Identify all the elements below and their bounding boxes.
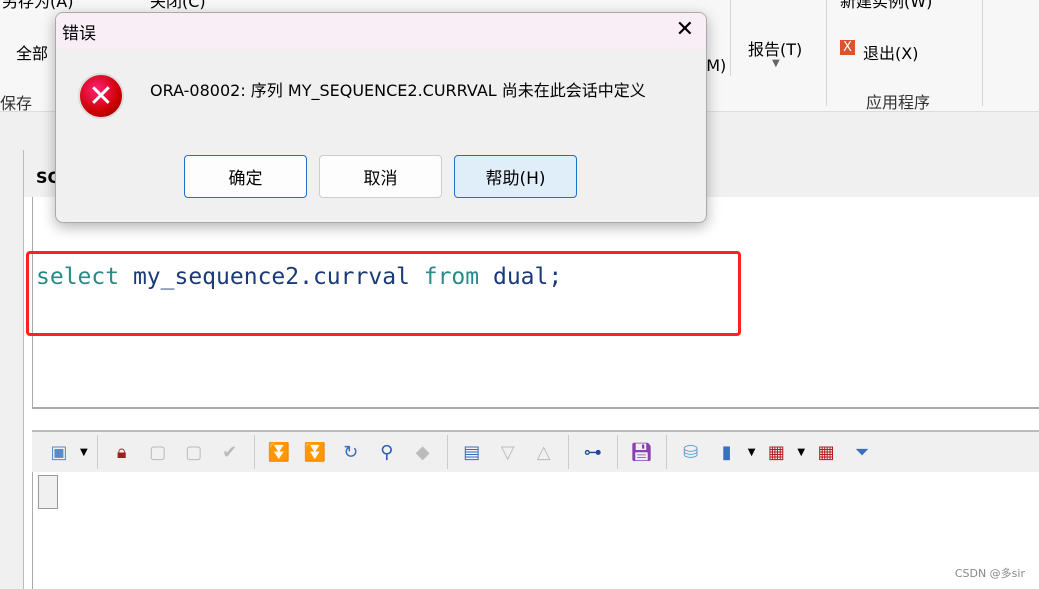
save-group-label: 保存 xyxy=(0,94,33,113)
watermark: CSDN @多sir xyxy=(954,567,1025,580)
new-instance-button[interactable]: 新建实例(W) xyxy=(840,0,932,12)
close-icon[interactable]: ✕ xyxy=(676,17,694,42)
dropdown-icon[interactable]: ▼ xyxy=(797,447,805,458)
highlight-box xyxy=(26,251,741,336)
error-message: ORA-08002: 序列 MY_SEQUENCE2.CURRVAL 尚未在此会… xyxy=(150,81,646,100)
app-group-label: 应用程序 xyxy=(866,93,931,112)
results-toolbar: ▣ ▼ 🔒︎ ▢ ▢ ✔ ⏬ ⏬ ↻ ⚲ ◆ ▤ ▽ △ ⊶ 💾︎ ⛁ ▮ ▼ ▦ ▼… xyxy=(32,430,1039,472)
error-dialog: 错误 ✕ ✕ ORA-08002: 序列 MY_SEQUENCE2.CURRVA… xyxy=(55,12,707,223)
find-icon[interactable]: ⚲ xyxy=(372,438,402,466)
sort-desc-icon[interactable]: ▽ xyxy=(493,438,523,466)
cancel-button[interactable]: 取消 xyxy=(319,155,442,198)
form-view-icon[interactable]: ▤ xyxy=(457,438,487,466)
filter-icon[interactable]: ⏷ xyxy=(847,438,877,466)
grid-icon[interactable]: ▦ xyxy=(761,438,791,466)
row-header[interactable] xyxy=(38,475,58,509)
save-icon[interactable]: 💾︎ xyxy=(627,438,657,466)
report-button[interactable]: 报告(T) xyxy=(748,36,802,60)
report-dropdown-icon[interactable]: ▼ xyxy=(772,58,780,69)
fetch-next-icon[interactable]: ⏬ xyxy=(264,438,294,466)
refresh-icon[interactable]: ↻ xyxy=(336,438,366,466)
clear-icon[interactable]: ◆ xyxy=(408,438,438,466)
left-panel xyxy=(0,150,24,589)
grid-copy-icon[interactable]: ▦ xyxy=(811,438,841,466)
close-button[interactable]: 关闭(C) xyxy=(150,0,206,12)
error-icon: ✕ xyxy=(78,73,124,119)
select-mode-icon[interactable]: ▣ xyxy=(44,438,74,466)
dialog-title: 错误 xyxy=(62,23,96,44)
dropdown-icon[interactable]: ▼ xyxy=(80,447,88,458)
exit-icon: X xyxy=(840,40,855,55)
chart-icon[interactable]: ▮ xyxy=(712,438,742,466)
dialog-titlebar: 错误 xyxy=(56,13,706,49)
new-record-icon[interactable]: ▢ xyxy=(143,438,173,466)
lock-icon[interactable]: 🔒︎ xyxy=(107,438,137,466)
delete-record-icon[interactable]: ▢ xyxy=(179,438,209,466)
commit-icon[interactable]: ✔ xyxy=(215,438,245,466)
dropdown-icon[interactable]: ▼ xyxy=(748,447,756,458)
save-all-button[interactable]: 全部 xyxy=(16,40,48,64)
results-grid[interactable] xyxy=(32,472,1039,589)
sort-asc-icon[interactable]: △ xyxy=(529,438,559,466)
fetch-last-icon[interactable]: ⏬ xyxy=(300,438,330,466)
ok-button[interactable]: 确定 xyxy=(184,155,307,198)
database-export-icon[interactable]: ⛁ xyxy=(676,438,706,466)
tree-icon[interactable]: ⊶ xyxy=(578,438,608,466)
exit-button[interactable]: 退出(X) xyxy=(863,40,918,64)
help-button[interactable]: 帮助(H) xyxy=(454,155,577,198)
save-as-button[interactable]: 另存为(A) xyxy=(2,0,73,12)
